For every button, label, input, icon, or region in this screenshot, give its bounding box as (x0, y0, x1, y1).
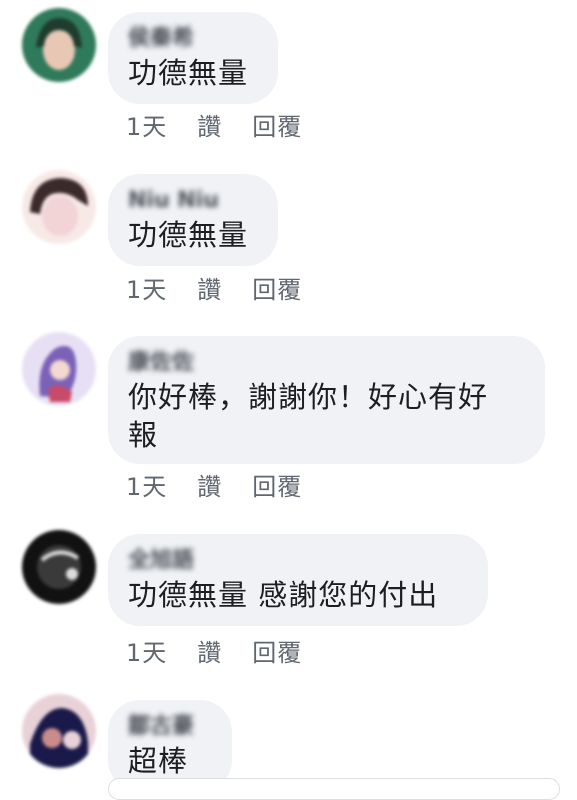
avatar[interactable] (22, 694, 96, 768)
timestamp-link[interactable]: 1天 (126, 275, 167, 305)
avatar-image-icon (22, 170, 96, 244)
avatar-image-icon (22, 332, 96, 406)
avatar-image-icon (22, 8, 96, 82)
reply-link[interactable]: 回覆 (252, 275, 302, 305)
comment-text: 你好棒，謝謝你！好心有好 報 (128, 380, 489, 452)
avatar-image-icon (22, 694, 96, 768)
comment-bubble: Niu Niu 功德無量 (108, 174, 278, 266)
comment-bubble: 康佐佐 你好棒，謝謝你！好心有好 報 (108, 336, 545, 464)
commenter-name[interactable]: 鄒古豪 (128, 714, 210, 740)
comment-text: 功德無量 (128, 56, 249, 90)
timestamp-link[interactable]: 1天 (126, 472, 167, 502)
like-link[interactable]: 讚 (197, 472, 222, 502)
comment-actions: 1天讚回覆 (126, 472, 332, 502)
comment-actions: 1天讚回覆 (126, 638, 332, 668)
commenter-name[interactable]: 侯秦希 (128, 26, 256, 52)
timestamp-link[interactable]: 1天 (126, 638, 167, 668)
commenter-name[interactable]: 康佐佐 (128, 350, 523, 376)
next-comment-edge (108, 778, 560, 800)
comment-bubble: 全旭語 功德無量 感謝您的付出 (108, 534, 488, 626)
reply-link[interactable]: 回覆 (252, 638, 302, 668)
like-link[interactable]: 讚 (197, 638, 222, 668)
timestamp-link[interactable]: 1天 (126, 112, 167, 142)
like-link[interactable]: 讚 (197, 275, 222, 305)
comment-text: 超棒 (128, 744, 189, 778)
comment-actions: 1天讚回覆 (126, 275, 332, 305)
avatar[interactable] (22, 530, 96, 604)
comment-actions: 1天讚回覆 (126, 112, 332, 142)
avatar[interactable] (22, 8, 96, 82)
reply-link[interactable]: 回覆 (252, 472, 302, 502)
reply-link[interactable]: 回覆 (252, 112, 302, 142)
commenter-name[interactable]: 全旭語 (128, 548, 466, 574)
avatar-image-icon (22, 530, 96, 604)
avatar[interactable] (22, 170, 96, 244)
comment-text: 功德無量 感謝您的付出 (128, 578, 439, 612)
avatar[interactable] (22, 332, 96, 406)
like-link[interactable]: 讚 (197, 112, 222, 142)
comment-text: 功德無量 (128, 218, 249, 252)
commenter-name[interactable]: Niu Niu (128, 188, 256, 214)
comment-bubble: 侯秦希 功德無量 (108, 12, 278, 104)
